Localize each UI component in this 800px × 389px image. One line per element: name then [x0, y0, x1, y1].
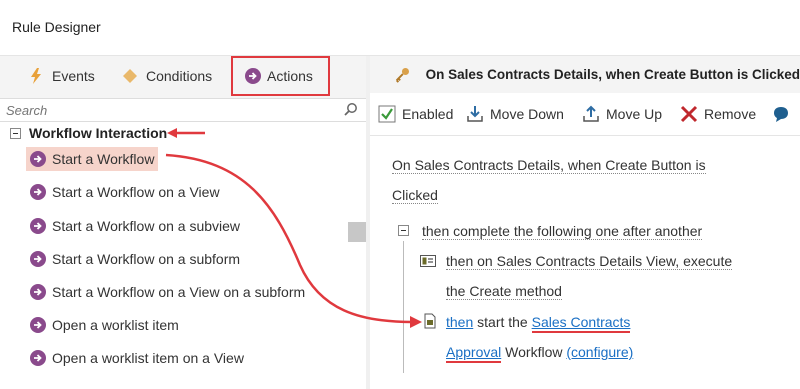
arrow-circle-icon	[30, 317, 46, 333]
rule-toolbar: Enabled Move Down Move Up Remove	[370, 93, 800, 136]
enabled-label: Enabled	[402, 106, 454, 122]
then-link[interactable]: then	[446, 314, 473, 330]
tree-item-start-workflow-view[interactable]: Start a Workflow on a View	[26, 180, 224, 204]
tree-item-label: Open a worklist item	[52, 317, 179, 333]
tree-item-label: Start a Workflow on a subform	[52, 251, 241, 267]
arrow-circle-icon	[30, 350, 46, 366]
tree-item-start-workflow-view-subform[interactable]: Start a Workflow on a View on a subform	[26, 280, 309, 304]
tree-item-start-workflow-subform[interactable]: Start a Workflow on a subform	[26, 247, 244, 271]
rule-definition: On Sales Contracts Details, when Create …	[370, 137, 800, 389]
tab-actions-label: Actions	[267, 68, 313, 84]
move-down-icon	[467, 106, 483, 122]
window-title: Rule Designer	[12, 19, 101, 35]
action-tree: Workflow Interaction Start a Workflow St…	[0, 122, 366, 389]
tab-actions[interactable]: Actions	[231, 56, 330, 96]
checkbox-checked-icon	[378, 105, 396, 123]
action1-text-cont[interactable]: the Create method	[446, 283, 562, 300]
remove-button[interactable]: Remove	[680, 105, 756, 123]
tree-group-label: Workflow Interaction	[29, 125, 168, 141]
action2-mid-text: start the	[473, 314, 532, 330]
workflow-action-icon	[424, 313, 436, 329]
tree-item-label: Open a worklist item on a View	[52, 350, 244, 366]
title-bar: Rule Designer	[0, 0, 800, 56]
tree-group-workflow-interaction[interactable]: Workflow Interaction	[10, 125, 167, 141]
collapse-icon[interactable]	[10, 127, 21, 139]
left-panel: Events Conditions Actions Workflow Inter…	[0, 56, 366, 389]
sequence-text[interactable]: then complete the following one after an…	[422, 223, 703, 240]
search-icon[interactable]	[344, 102, 358, 116]
tree-item-open-worklist-item-view[interactable]: Open a worklist item on a View	[26, 346, 248, 370]
enabled-checkbox[interactable]: Enabled	[378, 105, 453, 123]
action2-line-cont: Approval Workflow (configure)	[446, 344, 633, 363]
tree-item-open-worklist-item[interactable]: Open a worklist item	[26, 313, 183, 337]
tree-item-label: Start a Workflow on a View on a subform	[52, 284, 306, 300]
tab-events-label: Events	[52, 68, 95, 84]
scrollbar-thumb[interactable]	[348, 222, 366, 242]
diamond-icon	[123, 69, 137, 83]
view-method-icon	[420, 255, 436, 267]
remove-icon	[680, 105, 698, 123]
rule-event-text[interactable]: On Sales Contracts Details, when Create …	[392, 157, 706, 174]
tab-conditions[interactable]: Conditions	[122, 56, 212, 96]
arrow-circle-icon	[30, 251, 46, 267]
tree-item-label: Start a Workflow	[52, 151, 155, 167]
rule-title: On Sales Contracts Details, when Create …	[425, 67, 800, 82]
move-down-button[interactable]: Move Down	[466, 105, 564, 123]
workflow-name-link-cont[interactable]: Approval	[446, 344, 502, 363]
move-up-icon	[583, 105, 599, 122]
workflow-name-link[interactable]: Sales Contracts	[531, 314, 631, 333]
tree-connector	[403, 241, 404, 373]
rule-header: On Sales Contracts Details, when Create …	[370, 56, 800, 93]
move-up-label: Move Up	[606, 106, 663, 122]
tree-item-start-workflow-subview[interactable]: Start a Workflow on a subview	[26, 214, 244, 238]
workflow-text: Workflow	[501, 344, 567, 360]
rule-event-text-cont[interactable]: Clicked	[392, 187, 438, 204]
search-input[interactable]	[0, 99, 330, 121]
tab-events[interactable]: Events	[28, 56, 95, 96]
move-down-label: Move Down	[490, 106, 564, 122]
comment-icon	[774, 107, 788, 122]
tab-conditions-label: Conditions	[146, 68, 213, 84]
tree-item-label: Start a Workflow on a subview	[52, 218, 241, 234]
tree-item-label: Start a Workflow on a View	[52, 184, 220, 200]
arrow-circle-icon	[30, 151, 46, 167]
toolbox-tabs: Events Conditions Actions	[0, 56, 366, 96]
configure-link[interactable]: (configure)	[566, 344, 633, 360]
arrow-circle-icon	[30, 218, 46, 234]
tree-item-start-workflow[interactable]: Start a Workflow	[26, 147, 159, 171]
arrow-circle-icon	[245, 68, 261, 84]
arrow-circle-icon	[30, 184, 46, 200]
move-up-button[interactable]: Move Up	[582, 105, 662, 123]
action1-text[interactable]: then on Sales Contracts Details View, ex…	[446, 253, 733, 270]
search-bar	[0, 98, 366, 122]
key-icon	[395, 67, 409, 83]
arrow-circle-icon	[30, 284, 46, 300]
lightning-icon	[31, 68, 41, 84]
collapse-icon[interactable]	[398, 225, 409, 236]
remove-label: Remove	[704, 106, 757, 122]
comment-button[interactable]	[772, 105, 796, 123]
action2-line: then start the Sales Contracts	[446, 314, 631, 333]
